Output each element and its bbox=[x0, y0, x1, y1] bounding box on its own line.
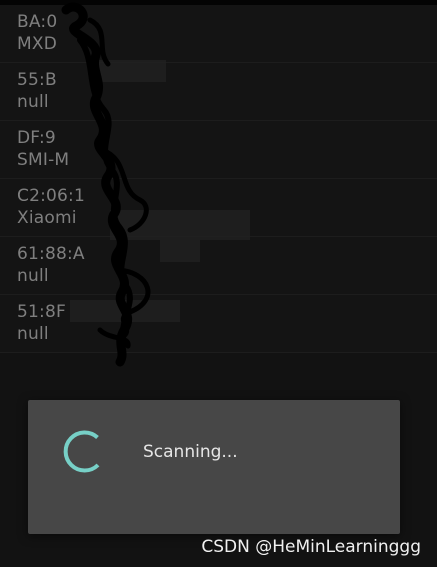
watermark: CSDN @HeMinLearninggg bbox=[201, 537, 421, 557]
progress-spinner-icon bbox=[63, 430, 100, 473]
scanning-dialog: Scanning... bbox=[28, 400, 400, 534]
scanning-message: Scanning... bbox=[143, 442, 238, 462]
